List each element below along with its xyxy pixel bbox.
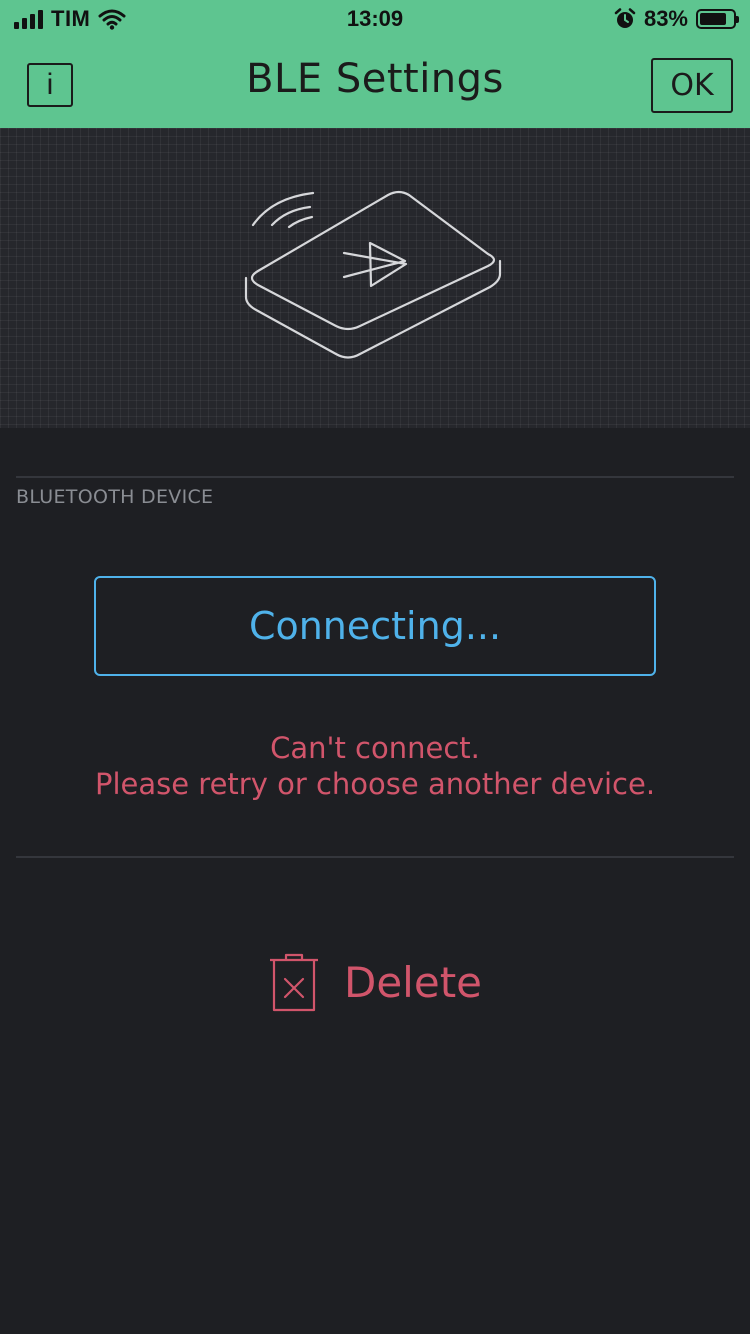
- divider-top: [16, 476, 734, 478]
- section-label-bluetooth-device: BLUETOOTH DEVICE: [16, 486, 214, 508]
- wifi-waves-icon: [251, 191, 315, 229]
- error-message-line1: Can't connect.: [270, 731, 480, 765]
- battery-icon: [696, 9, 739, 29]
- connect-device-button[interactable]: Connecting...: [94, 576, 656, 676]
- ble-device-illustration: [244, 190, 502, 359]
- battery-percent: 83%: [643, 6, 688, 31]
- ok-button[interactable]: OK: [651, 58, 733, 113]
- trash-icon: [270, 953, 318, 1012]
- delete-label: Delete: [344, 957, 482, 1007]
- error-message-line2: Please retry or choose another device.: [94, 767, 656, 801]
- bluetooth-icon: [342, 241, 408, 288]
- divider-bottom: [16, 856, 734, 858]
- status-right: 83%: [614, 6, 739, 32]
- alarm-icon: [614, 8, 636, 28]
- status-bar: TIM 13:09 83%: [0, 0, 750, 40]
- header-bar: TIM 13:09 83% i BLE Settings OK: [0, 0, 750, 128]
- device-side-face: [244, 259, 502, 359]
- delete-button[interactable]: Delete: [268, 950, 482, 1014]
- page-title: BLE Settings: [246, 56, 504, 102]
- hero-illustration-area: [0, 128, 750, 428]
